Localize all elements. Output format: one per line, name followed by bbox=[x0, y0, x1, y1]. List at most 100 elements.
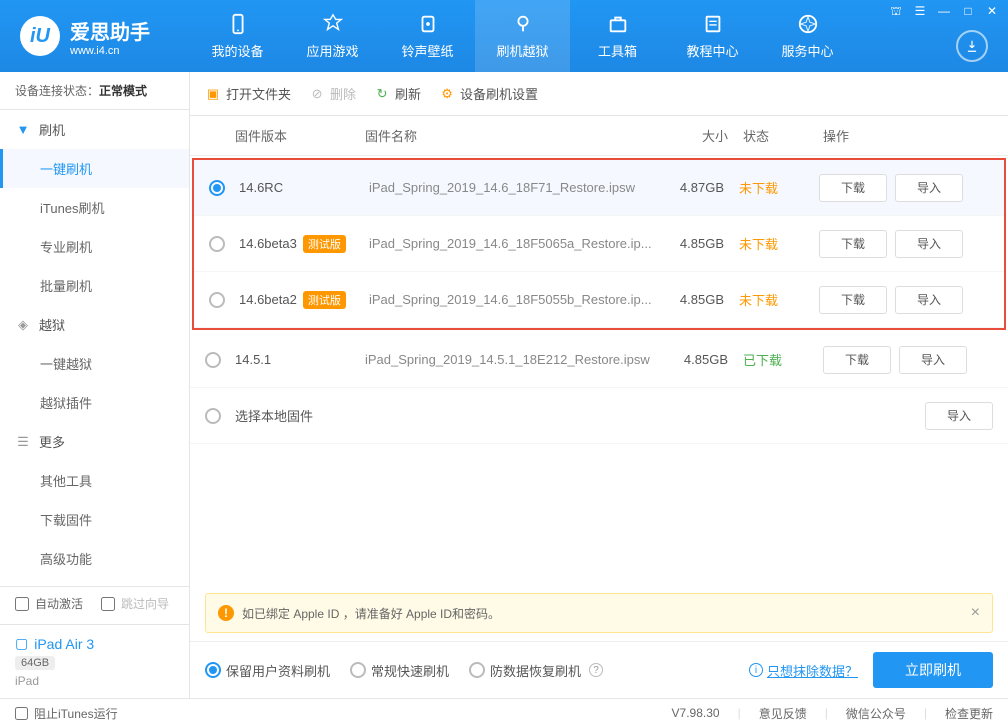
firmware-table: 14.6RCiPad_Spring_2019_14.6_18F71_Restor… bbox=[190, 156, 1008, 585]
cart-icon[interactable]: ⛫ bbox=[888, 4, 904, 20]
sidebar: 设备连接状态：正常模式 ▼刷机一键刷机iTunes刷机专业刷机批量刷机◈越狱一键… bbox=[0, 72, 190, 698]
refresh-button[interactable]: ↻ 刷新 bbox=[374, 84, 421, 103]
sidebar-category-shield[interactable]: ◈越狱 bbox=[0, 305, 189, 344]
nav-tab-service[interactable]: 服务中心 bbox=[760, 0, 855, 72]
download-button[interactable]: 下载 bbox=[819, 286, 887, 314]
music-icon bbox=[416, 12, 440, 36]
window-controls: ⛫ ☰ — □ ✕ bbox=[888, 4, 1000, 20]
open-folder-button[interactable]: ▣ 打开文件夹 bbox=[205, 84, 291, 103]
delete-icon: ⊘ bbox=[309, 86, 325, 102]
sidebar-checks: 自动激活 跳过向导 bbox=[0, 586, 189, 624]
shield-icon: ◈ bbox=[15, 317, 31, 333]
app-header: iU 爱思助手 www.i4.cn 我的设备应用游戏铃声壁纸刷机越狱工具箱教程中… bbox=[0, 0, 1008, 72]
row-radio[interactable] bbox=[209, 180, 225, 196]
toolbar: ▣ 打开文件夹 ⊘ 删除 ↻ 刷新 ⚙ 设备刷机设置 bbox=[190, 72, 1008, 116]
version-label: V7.98.30 bbox=[672, 706, 720, 720]
apps-icon bbox=[321, 12, 345, 36]
app-url: www.i4.cn bbox=[70, 45, 150, 57]
wechat-link[interactable]: 微信公众号 bbox=[846, 705, 906, 722]
status-bar: 阻止iTunes运行 V7.98.30 | 意见反馈 | 微信公众号 | 检查更… bbox=[0, 698, 1008, 727]
option-radio[interactable] bbox=[205, 662, 221, 678]
close-button[interactable]: ✕ bbox=[984, 4, 1000, 20]
nav-tab-apps[interactable]: 应用游戏 bbox=[285, 0, 380, 72]
folder-icon: ▣ bbox=[205, 86, 221, 102]
settings-button[interactable]: ⚙ 设备刷机设置 bbox=[439, 84, 538, 103]
skip-guide-checkbox[interactable] bbox=[101, 597, 115, 611]
refresh-icon: ↻ bbox=[374, 86, 390, 102]
device-info[interactable]: ▢ iPad Air 3 64GB iPad bbox=[0, 624, 189, 698]
firmware-row[interactable]: 14.6beta3测试版iPad_Spring_2019_14.6_18F506… bbox=[194, 216, 1004, 272]
option-radio[interactable] bbox=[469, 662, 485, 678]
toolbox-icon bbox=[606, 12, 630, 36]
row-radio[interactable] bbox=[205, 408, 221, 424]
import-button[interactable]: 导入 bbox=[899, 346, 967, 374]
firmware-row[interactable]: 14.6beta2测试版iPad_Spring_2019_14.6_18F505… bbox=[194, 272, 1004, 328]
row-radio[interactable] bbox=[209, 292, 225, 308]
tutorial-icon bbox=[701, 12, 725, 36]
tablet-icon: ▢ bbox=[15, 635, 28, 652]
import-button[interactable]: 导入 bbox=[895, 286, 963, 314]
option-radio[interactable] bbox=[350, 662, 366, 678]
feedback-link[interactable]: 意见反馈 bbox=[759, 705, 807, 722]
logo-area: iU 爱思助手 www.i4.cn bbox=[0, 16, 190, 57]
sidebar-category-more[interactable]: ☰更多 bbox=[0, 422, 189, 461]
update-link[interactable]: 检查更新 bbox=[945, 705, 993, 722]
sidebar-item[interactable]: 一键刷机 bbox=[0, 149, 189, 188]
download-button[interactable]: 下载 bbox=[823, 346, 891, 374]
sidebar-item[interactable]: 高级功能 bbox=[0, 539, 189, 578]
app-title: 爱思助手 bbox=[70, 16, 150, 45]
import-button[interactable]: 导入 bbox=[925, 402, 993, 430]
warning-icon: ! bbox=[218, 605, 234, 621]
appleid-banner: ! 如已绑定 Apple ID ，请准备好 Apple ID和密码。 × bbox=[205, 593, 993, 633]
row-radio[interactable] bbox=[209, 236, 225, 252]
nav-tab-device[interactable]: 我的设备 bbox=[190, 0, 285, 72]
sidebar-item[interactable]: 专业刷机 bbox=[0, 227, 189, 266]
gear-icon: ⚙ bbox=[439, 86, 455, 102]
menu-icon[interactable]: ☰ bbox=[912, 4, 928, 20]
sidebar-item[interactable]: 越狱插件 bbox=[0, 383, 189, 422]
firmware-row[interactable]: 14.6RCiPad_Spring_2019_14.6_18F71_Restor… bbox=[194, 160, 1004, 216]
info-icon: i bbox=[749, 663, 763, 677]
table-header: 固件版本 固件名称 大小 状态 操作 bbox=[190, 116, 1008, 156]
nav-tab-flash[interactable]: 刷机越狱 bbox=[475, 0, 570, 72]
more-icon: ☰ bbox=[15, 434, 31, 450]
flash-option[interactable]: 常规快速刷机 bbox=[350, 661, 449, 680]
flash-icon bbox=[511, 12, 535, 36]
wipe-data-link[interactable]: i 只想抹除数据？ bbox=[749, 661, 858, 680]
beta-badge: 测试版 bbox=[303, 235, 346, 253]
sidebar-item[interactable]: iTunes刷机 bbox=[0, 188, 189, 227]
import-button[interactable]: 导入 bbox=[895, 174, 963, 202]
sidebar-item[interactable]: 批量刷机 bbox=[0, 266, 189, 305]
content-area: ▣ 打开文件夹 ⊘ 删除 ↻ 刷新 ⚙ 设备刷机设置 固件版本 固件名称 大小 … bbox=[190, 72, 1008, 698]
connection-status: 设备连接状态：正常模式 bbox=[0, 72, 189, 110]
nav-tab-tutorial[interactable]: 教程中心 bbox=[665, 0, 760, 72]
import-button[interactable]: 导入 bbox=[895, 230, 963, 258]
nav-tab-music[interactable]: 铃声壁纸 bbox=[380, 0, 475, 72]
flash-now-button[interactable]: 立即刷机 bbox=[873, 652, 993, 688]
nav-tab-toolbox[interactable]: 工具箱 bbox=[570, 0, 665, 72]
storage-badge: 64GB bbox=[15, 656, 55, 670]
flash-icon: ▼ bbox=[15, 122, 31, 138]
flash-option[interactable]: 防数据恢复刷机? bbox=[469, 661, 603, 680]
sidebar-item[interactable]: 下载固件 bbox=[0, 500, 189, 539]
auto-activate-checkbox[interactable] bbox=[15, 597, 29, 611]
firmware-row[interactable]: 14.5.1iPad_Spring_2019_14.5.1_18E212_Res… bbox=[190, 332, 1008, 388]
firmware-row[interactable]: 选择本地固件导入 bbox=[190, 388, 1008, 444]
sidebar-item[interactable]: 一键越狱 bbox=[0, 344, 189, 383]
block-itunes-checkbox[interactable] bbox=[15, 707, 28, 720]
device-icon bbox=[226, 12, 250, 36]
download-button[interactable]: 下载 bbox=[819, 174, 887, 202]
minimize-button[interactable]: — bbox=[936, 4, 952, 20]
download-button[interactable]: 下载 bbox=[819, 230, 887, 258]
sidebar-item[interactable]: 其他工具 bbox=[0, 461, 189, 500]
flash-option[interactable]: 保留用户资料刷机 bbox=[205, 661, 330, 680]
row-radio[interactable] bbox=[205, 352, 221, 368]
beta-badge: 测试版 bbox=[303, 291, 346, 309]
nav-tabs: 我的设备应用游戏铃声壁纸刷机越狱工具箱教程中心服务中心 bbox=[190, 0, 855, 72]
maximize-button[interactable]: □ bbox=[960, 4, 976, 20]
sidebar-category-flash[interactable]: ▼刷机 bbox=[0, 110, 189, 149]
help-icon[interactable]: ? bbox=[589, 663, 603, 677]
download-button[interactable] bbox=[956, 30, 988, 62]
app-logo-icon: iU bbox=[20, 16, 60, 56]
banner-close-button[interactable]: × bbox=[971, 604, 980, 622]
